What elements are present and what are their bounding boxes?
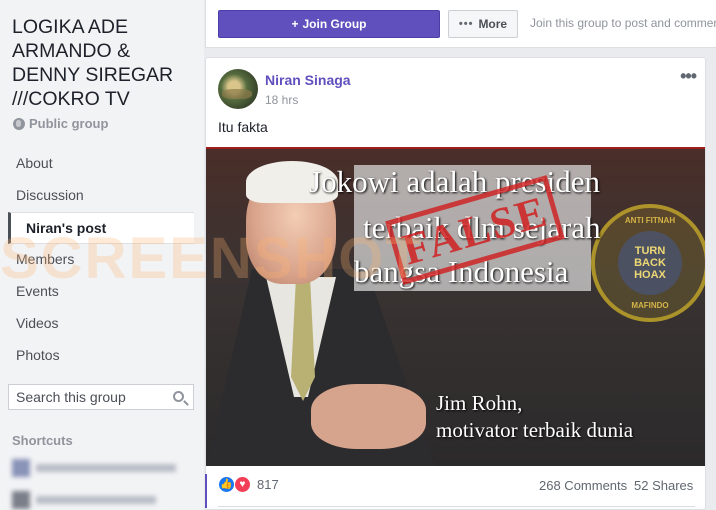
reactions-summary[interactable]: 👍 ♥ 817 [218,476,279,493]
plus-icon: + [291,17,299,31]
nav-item-photos[interactable]: Photos [8,340,194,372]
group-action-bar: + Join Group ••• More Join this group to… [205,0,716,48]
image-caption-title: motivator terbaik dunia [436,418,634,442]
like-reaction-icon: 👍 [218,476,235,493]
comments-count-link[interactable]: 268 Comments [539,478,627,493]
post-divider [218,506,695,507]
group-title[interactable]: LOGIKA ADE ARMANDO & DENNY SIREGAR ///CO… [12,15,197,111]
image-hands [311,384,426,449]
turn-back-hoax-badge: ANTI FITNAH TURN BACK HOAX MAFINDO [591,204,705,322]
more-dots-icon: ••• [458,18,474,30]
badge-ring-top: ANTI FITNAH [624,216,676,225]
nav-item-videos[interactable]: Videos [8,308,194,340]
search-input[interactable] [16,389,166,405]
group-privacy-label: Public group [29,116,109,131]
join-group-label: Join Group [302,17,367,31]
post-card: Niran Sinaga 18 hrs ••• Itu fakta ANTI F… [205,57,706,510]
group-search-box[interactable] [8,384,194,410]
group-privacy: Public group [13,116,108,131]
post-timestamp[interactable]: 18 hrs [265,93,298,107]
join-group-button[interactable]: + Join Group [218,10,440,38]
image-caption-name: Jim Rohn, [436,391,523,415]
search-icon[interactable] [173,391,184,402]
author-avatar[interactable] [218,69,258,109]
love-reaction-icon: ♥ [234,476,251,493]
nav-item-members[interactable]: Members [8,244,194,276]
shares-count-link[interactable]: 52 Shares [634,478,693,493]
post-text: Itu fakta [218,119,268,135]
reaction-count: 817 [257,477,279,492]
post-options-icon[interactable]: ••• [680,66,697,87]
group-sidebar: LOGIKA ADE ARMANDO & DENNY SIREGAR ///CO… [0,0,204,510]
join-hint-text: Join this group to post and commen [530,16,716,30]
nav-item-about[interactable]: About [8,148,194,180]
badge-center: TURN BACK HOAX [618,231,682,295]
shortcuts-label: Shortcuts [12,433,73,448]
nav-item-discussion[interactable]: Discussion [8,180,194,212]
shortcut-item[interactable] [12,490,192,510]
more-button[interactable]: ••• More [448,10,518,38]
badge-ring-bottom: MAFINDO [631,301,669,310]
post-author[interactable]: Niran Sinaga [265,72,351,88]
post-left-accent [205,474,207,508]
image-quote-line-1: Jokowi adalah presiden [309,164,600,199]
more-label: More [478,17,508,31]
nav-item-niran-post[interactable]: Niran's post [8,212,194,244]
post-image[interactable]: ANTI FITNAH TURN BACK HOAX MAFINDO Jokow… [206,147,705,466]
group-nav: About Discussion Niran's post Members Ev… [8,148,194,372]
nav-item-events[interactable]: Events [8,276,194,308]
shortcut-item[interactable] [12,458,192,478]
globe-icon [13,117,25,130]
